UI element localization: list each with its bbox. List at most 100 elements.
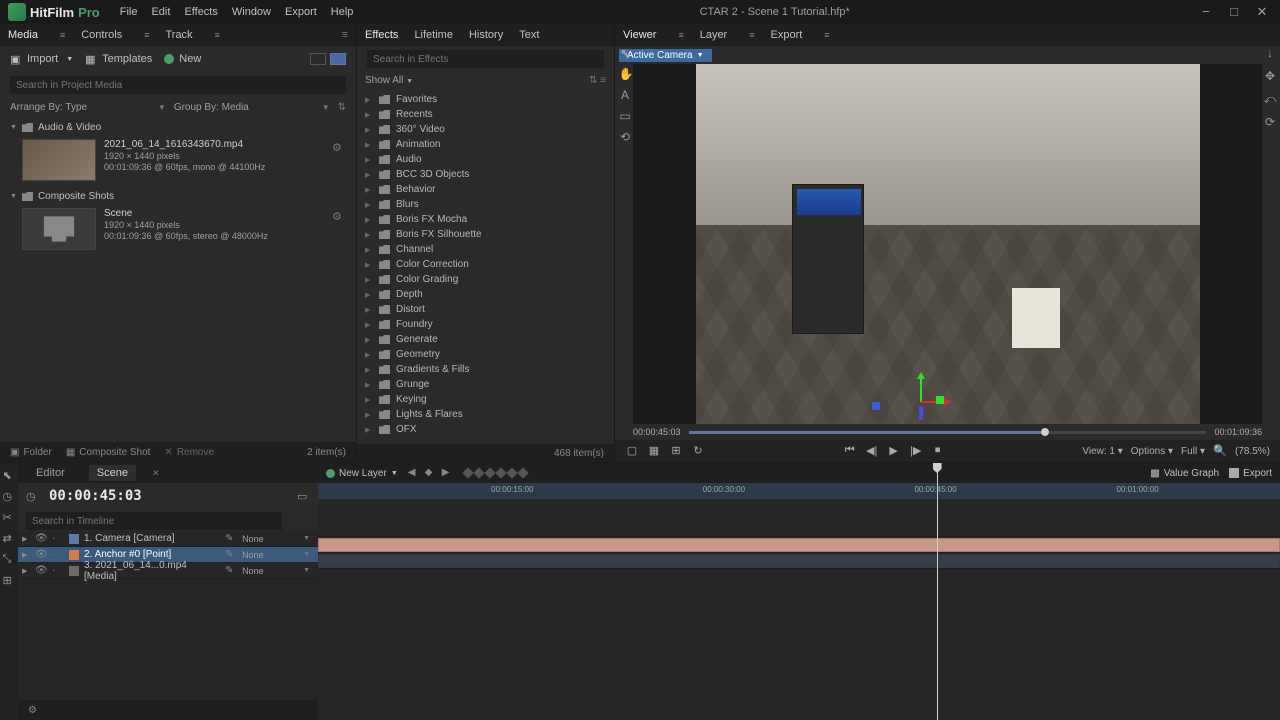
- layer-color-swatch[interactable]: [69, 566, 79, 576]
- tab-track[interactable]: Track: [165, 29, 192, 41]
- select-tool-icon[interactable]: ⬉: [3, 469, 16, 482]
- scale-tool-icon[interactable]: ⟳: [1264, 115, 1277, 128]
- effects-category[interactable]: ▶Behavior: [363, 182, 608, 197]
- anchor-tool-icon[interactable]: ↓: [1264, 46, 1277, 59]
- effects-category[interactable]: ▶Distort: [363, 302, 608, 317]
- effects-category[interactable]: ▶Animation: [363, 137, 608, 152]
- panel-menu-icon[interactable]: ≡: [342, 29, 348, 41]
- viewer-canvas[interactable]: [633, 64, 1262, 424]
- effects-category[interactable]: ▶Gradients & Fills: [363, 362, 608, 377]
- next-frame-icon[interactable]: |▶: [909, 444, 923, 458]
- track-row[interactable]: [318, 553, 1280, 569]
- effects-category[interactable]: ▶Boris FX Silhouette: [363, 227, 608, 242]
- value-graph-toggle[interactable]: ▩ Value Graph: [1150, 468, 1219, 479]
- arrange-by-dropdown[interactable]: Arrange By: Type▼: [10, 102, 166, 113]
- layer-parent-dropdown[interactable]: None: [242, 566, 298, 576]
- effects-category[interactable]: ▶Recents: [363, 107, 608, 122]
- effects-category[interactable]: ▶Color Grading: [363, 272, 608, 287]
- menu-file[interactable]: File: [120, 6, 138, 18]
- goto-start-icon[interactable]: ⏮: [843, 444, 857, 458]
- menu-effects[interactable]: Effects: [184, 6, 217, 18]
- media-item[interactable]: Scene 1920 × 1440 pixels 00:01:09:36 @ 6…: [6, 204, 350, 254]
- edit-icon[interactable]: ✎: [225, 533, 237, 545]
- menu-edit[interactable]: Edit: [151, 6, 170, 18]
- tab-effects[interactable]: Effects: [365, 29, 398, 41]
- group-by-dropdown[interactable]: Group By: Media▼: [174, 102, 330, 113]
- media-search-input[interactable]: [10, 76, 346, 94]
- maximize-button[interactable]: □: [1224, 4, 1244, 20]
- close-button[interactable]: ✕: [1252, 4, 1272, 20]
- tab-close-icon[interactable]: ≡: [678, 30, 683, 40]
- layer-color-swatch[interactable]: [69, 534, 79, 544]
- select-tool-icon[interactable]: ⬉: [619, 46, 632, 59]
- view-grid-button[interactable]: [330, 53, 346, 65]
- stopwatch-icon[interactable]: ◷: [26, 490, 39, 503]
- view-list-button[interactable]: [310, 53, 326, 65]
- effects-search-input[interactable]: [367, 50, 604, 68]
- prev-kf-icon[interactable]: ◀: [408, 467, 420, 479]
- zoom-icon[interactable]: 🔍: [1213, 444, 1227, 458]
- solo-icon[interactable]: ·: [52, 549, 64, 561]
- group-audio-video[interactable]: ▼Audio & Video: [6, 120, 350, 135]
- snap-tool-icon[interactable]: ⊞: [3, 574, 16, 587]
- rotate-tool-icon[interactable]: ⤺: [1264, 92, 1277, 105]
- transform-gizmo[interactable]: [896, 374, 946, 424]
- effects-category[interactable]: ▶Channel: [363, 242, 608, 257]
- clock-icon[interactable]: ◷: [3, 490, 16, 503]
- tab-scene[interactable]: Scene: [89, 465, 136, 481]
- sort-icon[interactable]: ⇅: [589, 75, 597, 86]
- text-tool-icon[interactable]: A: [619, 88, 632, 101]
- layer-parent-dropdown[interactable]: None: [242, 550, 298, 560]
- visibility-icon[interactable]: 👁: [35, 533, 47, 545]
- gear-icon[interactable]: ⚙: [28, 705, 37, 716]
- mask-icon[interactable]: ▭: [297, 490, 310, 503]
- group-composite-shots[interactable]: ▼Composite Shots: [6, 189, 350, 204]
- layer-parent-dropdown[interactable]: None: [242, 534, 298, 544]
- sort-icon[interactable]: ⇅: [338, 102, 346, 113]
- menu-window[interactable]: Window: [232, 6, 271, 18]
- solo-icon[interactable]: ·: [52, 533, 64, 545]
- solo-icon[interactable]: ·: [52, 565, 64, 577]
- grid-icon[interactable]: ▦: [647, 444, 661, 458]
- effects-category[interactable]: ▶Geometry: [363, 347, 608, 362]
- effects-category[interactable]: ▶BCC 3D Objects: [363, 167, 608, 182]
- gear-icon[interactable]: ⚙: [332, 210, 344, 222]
- tab-lifetime[interactable]: Lifetime: [414, 29, 453, 41]
- timeline-search-input[interactable]: [26, 512, 282, 530]
- tab-viewer[interactable]: Viewer: [623, 29, 656, 41]
- effects-category[interactable]: ▶Generate: [363, 332, 608, 347]
- effects-category[interactable]: ▶Boris FX Mocha: [363, 212, 608, 227]
- zoom-level[interactable]: (78.5%): [1235, 446, 1270, 457]
- viewer-scrubber[interactable]: [689, 431, 1207, 434]
- effects-category[interactable]: ▶Color Correction: [363, 257, 608, 272]
- effects-category[interactable]: ▶Blurs: [363, 197, 608, 212]
- tab-layer[interactable]: Layer: [700, 29, 728, 41]
- track-row[interactable]: [318, 521, 1280, 537]
- effects-category[interactable]: ▶360° Video: [363, 122, 608, 137]
- tab-close-icon[interactable]: ≡: [749, 30, 754, 40]
- minimize-button[interactable]: −: [1196, 4, 1216, 20]
- clip[interactable]: [318, 538, 1280, 552]
- kf-diamond[interactable]: [495, 467, 506, 478]
- timeline-time[interactable]: 00:00:45:03: [49, 488, 142, 504]
- effects-category[interactable]: ▶Foundry: [363, 317, 608, 332]
- move-tool-icon[interactable]: ✥: [1264, 69, 1277, 82]
- next-kf-icon[interactable]: ▶: [442, 467, 454, 479]
- play-icon[interactable]: ▶: [887, 444, 901, 458]
- goto-end-icon[interactable]: ⏹: [931, 444, 945, 458]
- slice-tool-icon[interactable]: ✂: [3, 511, 16, 524]
- kf-diamond[interactable]: [462, 467, 473, 478]
- tab-editor[interactable]: Editor: [28, 465, 73, 481]
- edit-icon[interactable]: ✎: [225, 549, 237, 561]
- new-layer-button[interactable]: New Layer▼: [326, 468, 398, 479]
- track-row[interactable]: [318, 537, 1280, 553]
- kf-diamond[interactable]: [484, 467, 495, 478]
- templates-button[interactable]: ▦Templates: [85, 53, 152, 65]
- quality-dropdown[interactable]: Full ▾: [1181, 446, 1205, 457]
- add-kf-icon[interactable]: ◆: [425, 467, 437, 479]
- menu-help[interactable]: Help: [331, 6, 354, 18]
- kf-diamond[interactable]: [517, 467, 528, 478]
- media-item[interactable]: 2021_06_14_1616343670.mp4 1920 × 1440 pi…: [6, 135, 350, 185]
- visibility-icon[interactable]: 👁: [35, 565, 47, 577]
- tab-media[interactable]: Media: [8, 29, 38, 41]
